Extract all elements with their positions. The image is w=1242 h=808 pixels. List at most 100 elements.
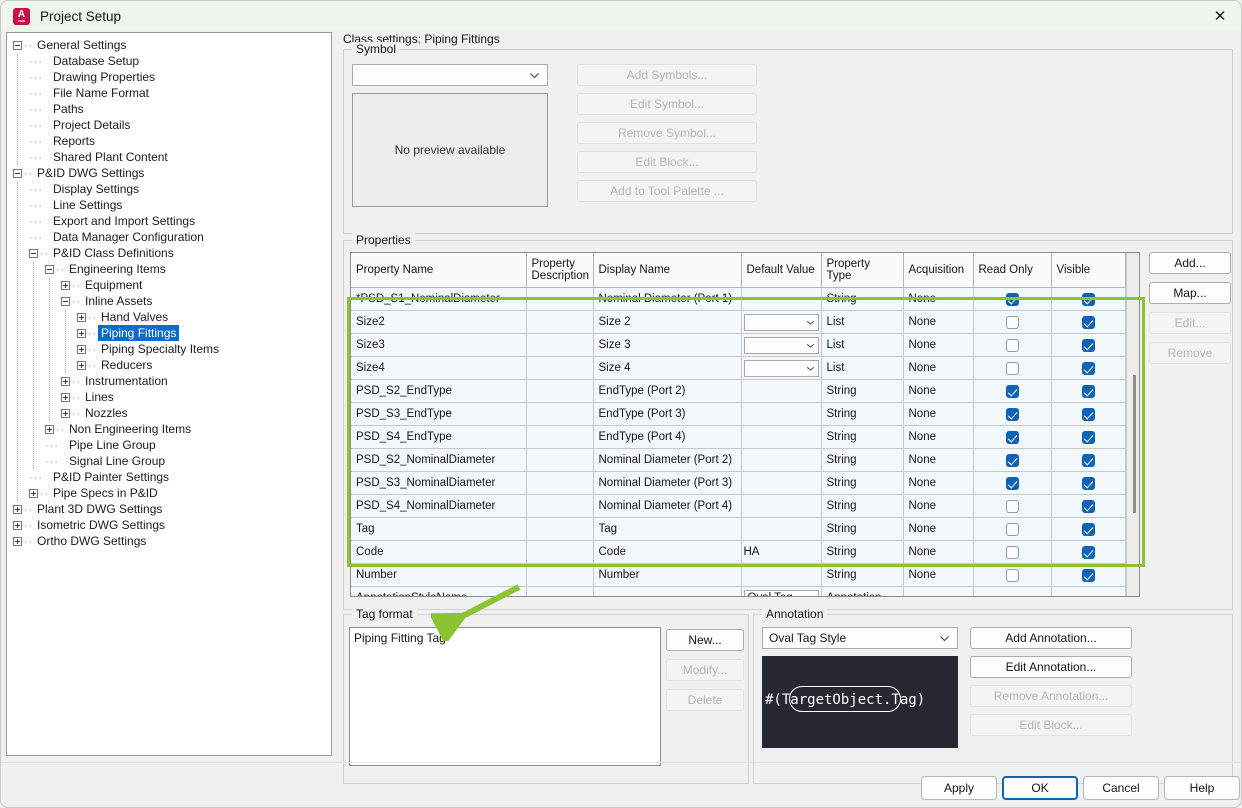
tree-item-engineering-items[interactable]: ·· Engineering Items: [7, 261, 331, 277]
properties-table-wrap[interactable]: Property Name Property Description Display…: [350, 252, 1140, 597]
checkbox[interactable]: [1081, 545, 1095, 559]
checkbox[interactable]: [1081, 499, 1095, 513]
cell-default-value[interactable]: HA: [741, 540, 822, 564]
column-header[interactable]: Property Name: [351, 253, 527, 288]
expand-toggle-icon[interactable]: [61, 281, 70, 291]
cell-acquisition[interactable]: None: [903, 402, 974, 426]
tag-format-list[interactable]: Piping Fitting Tag: [349, 627, 661, 766]
cell-visible[interactable]: [1051, 333, 1126, 357]
tree-item-equipment[interactable]: ·· Equipment: [7, 277, 331, 293]
tree-item-shared-plant-content[interactable]: ··· Shared Plant Content: [7, 149, 331, 165]
cell-read-only[interactable]: [973, 448, 1052, 472]
cell-property-type[interactable]: Annotation: [821, 586, 904, 596]
cell-property-type[interactable]: String: [821, 494, 904, 518]
cell-property-description[interactable]: [526, 425, 594, 449]
cell-acquisition[interactable]: None: [903, 356, 974, 380]
annotation-edit-annotation-button[interactable]: Edit Annotation...: [970, 656, 1132, 678]
tree-item-piping-fittings[interactable]: ·· Piping Fittings: [7, 325, 331, 341]
cell-visible[interactable]: [1051, 540, 1126, 564]
cell-property-description[interactable]: [526, 494, 594, 518]
settings-tree-panel[interactable]: ·· General Settings ··· Database Setup ··· Dr…: [6, 32, 332, 756]
cell-property-description[interactable]: [526, 471, 594, 495]
cell-visible[interactable]: [1051, 563, 1126, 587]
cell-display-name[interactable]: Size 2: [593, 310, 742, 334]
cell-default-value[interactable]: [741, 287, 822, 311]
table-row[interactable]: Number Number String None: [351, 563, 1126, 587]
cell-visible[interactable]: [1051, 448, 1126, 472]
properties-scrollbar[interactable]: [1126, 253, 1139, 596]
cell-property-name[interactable]: PSD_S3_NominalDiameter: [351, 471, 527, 495]
cell-acquisition[interactable]: None: [903, 333, 974, 357]
cell-property-description[interactable]: [526, 333, 594, 357]
cell-read-only[interactable]: [973, 494, 1052, 518]
tree-item-p-id-painter-settings[interactable]: ··· P&ID Painter Settings: [7, 469, 331, 485]
collapse-toggle-icon[interactable]: [13, 41, 22, 51]
properties-map-button[interactable]: Map...: [1149, 282, 1231, 304]
checkbox[interactable]: [1081, 522, 1095, 536]
expand-toggle-icon[interactable]: [61, 377, 70, 387]
footer-cancel-button[interactable]: Cancel: [1083, 776, 1159, 800]
cell-visible[interactable]: [1051, 402, 1126, 426]
cell-property-description[interactable]: [526, 310, 594, 334]
cell-property-name[interactable]: PSD_S3_EndType: [351, 402, 527, 426]
cell-property-type[interactable]: List: [821, 333, 904, 357]
expand-toggle-icon[interactable]: [77, 329, 86, 339]
checkbox[interactable]: [1005, 292, 1019, 306]
properties-add-button[interactable]: Add...: [1149, 252, 1231, 274]
cell-display-name[interactable]: Size 4: [593, 356, 742, 380]
cell-property-type[interactable]: String: [821, 517, 904, 541]
cell-visible[interactable]: [1051, 494, 1126, 518]
checkbox[interactable]: [1005, 453, 1019, 467]
checkbox[interactable]: [1081, 315, 1095, 329]
scrollbar-thumb[interactable]: [1133, 375, 1136, 513]
cell-visible[interactable]: [1051, 517, 1126, 541]
tree-item-piping-specialty-items[interactable]: ·· Piping Specialty Items: [7, 341, 331, 357]
checkbox[interactable]: [1005, 315, 1019, 329]
checkbox[interactable]: [1005, 476, 1019, 490]
cell-display-name[interactable]: Number: [593, 563, 742, 587]
cell-display-name[interactable]: EndType (Port 3): [593, 402, 742, 426]
checkbox[interactable]: [1081, 453, 1095, 467]
tree-item-reducers[interactable]: ·· Reducers: [7, 357, 331, 373]
cell-acquisition[interactable]: None: [903, 471, 974, 495]
annotation-add-annotation-button[interactable]: Add Annotation...: [970, 627, 1132, 649]
tree-item-ortho-dwg-settings[interactable]: ·· Ortho DWG Settings: [7, 533, 331, 549]
expand-toggle-icon[interactable]: [13, 505, 22, 515]
column-header[interactable]: Acquisition: [903, 253, 974, 288]
expand-toggle-icon[interactable]: [77, 313, 86, 323]
cell-property-description[interactable]: [526, 356, 594, 380]
tree-item-plant-3d-dwg-settings[interactable]: ·· Plant 3D DWG Settings: [7, 501, 331, 517]
tree-item-p-id-dwg-settings[interactable]: ·· P&ID DWG Settings: [7, 165, 331, 181]
cell-display-name[interactable]: EndType (Port 4): [593, 425, 742, 449]
cell-property-description[interactable]: [526, 586, 594, 596]
cell-read-only[interactable]: [973, 586, 1052, 596]
tree-item-display-settings[interactable]: ··· Display Settings: [7, 181, 331, 197]
cell-property-type[interactable]: List: [821, 356, 904, 380]
tree-item-nozzles[interactable]: ·· Nozzles: [7, 405, 331, 421]
column-header[interactable]: Visible: [1051, 253, 1126, 288]
cell-acquisition[interactable]: None: [903, 379, 974, 403]
tree-item-signal-line-group[interactable]: ··· Signal Line Group: [7, 453, 331, 469]
tree-item-non-engineering-items[interactable]: ·· Non Engineering Items: [7, 421, 331, 437]
cell-property-name[interactable]: *PSD_S1_NominalDiameter: [351, 287, 527, 311]
tree-item-data-manager-configuration[interactable]: ··· Data Manager Configuration: [7, 229, 331, 245]
cell-read-only[interactable]: [973, 471, 1052, 495]
table-row[interactable]: Tag Tag String None: [351, 517, 1126, 541]
table-row[interactable]: PSD_S4_NominalDiameter Nominal Diameter (…: [351, 494, 1126, 518]
cell-visible[interactable]: [1051, 586, 1126, 596]
column-header[interactable]: Display Name: [593, 253, 742, 288]
cell-acquisition[interactable]: None: [903, 425, 974, 449]
tree-item-lines[interactable]: ·· Lines: [7, 389, 331, 405]
cell-acquisition[interactable]: None: [903, 540, 974, 564]
cell-property-description[interactable]: [526, 287, 594, 311]
tree-item-export-and-import-settings[interactable]: ··· Export and Import Settings: [7, 213, 331, 229]
cell-visible[interactable]: [1051, 356, 1126, 380]
cell-display-name[interactable]: Code: [593, 540, 742, 564]
tree-item-reports[interactable]: ··· Reports: [7, 133, 331, 149]
checkbox[interactable]: [1005, 545, 1019, 559]
footer-ok-button[interactable]: OK: [1002, 776, 1078, 800]
collapse-toggle-icon[interactable]: [29, 249, 38, 259]
table-row[interactable]: PSD_S3_NominalDiameter Nominal Diameter (…: [351, 471, 1126, 495]
cell-default-value[interactable]: [741, 333, 822, 357]
table-row[interactable]: PSD_S2_NominalDiameter Nominal Diameter (…: [351, 448, 1126, 472]
